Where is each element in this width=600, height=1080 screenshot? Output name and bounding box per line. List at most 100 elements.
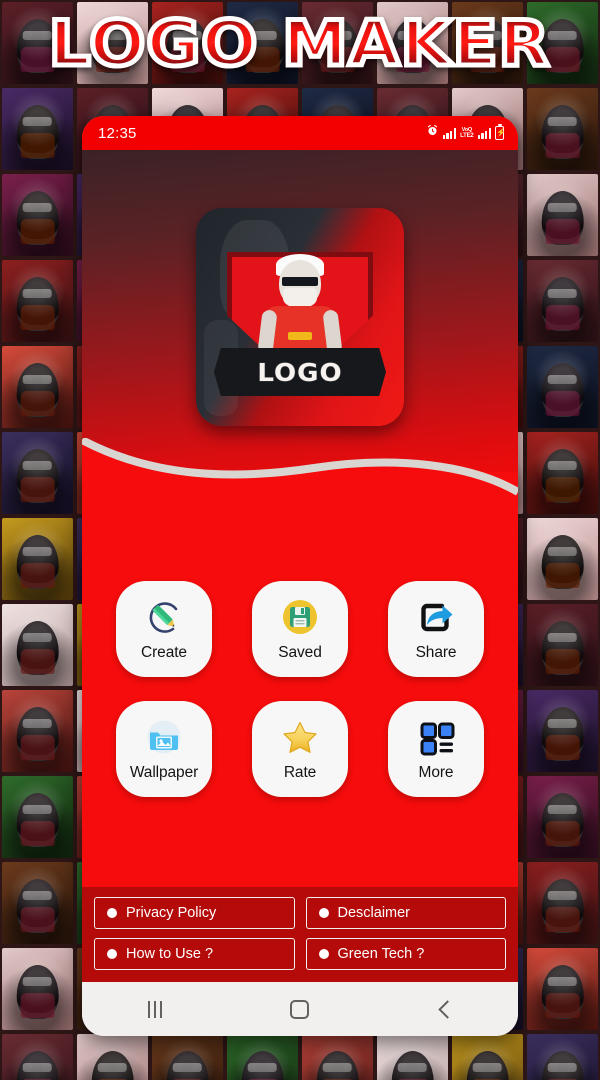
background-avatar-tile: [527, 690, 598, 772]
home-button[interactable]: [265, 989, 335, 1029]
share-arrow-icon: [414, 595, 458, 639]
rate-button[interactable]: Rate: [252, 700, 348, 797]
recents-icon: [147, 1000, 162, 1018]
wallpaper-button-label: Wallpaper: [129, 764, 199, 781]
bullet-icon: [318, 949, 329, 959]
status-bar: 12:35 VoQ LTE2: [82, 116, 518, 150]
footer-links-row-1: Privacy Policy Desclaimer: [94, 897, 506, 929]
background-avatar-tile: [77, 1034, 148, 1080]
bullet-icon: [107, 949, 117, 959]
avatar-figure: [16, 191, 59, 246]
background-avatar-tile: [527, 776, 598, 858]
action-grid-row-1: Create Saved Share: [116, 580, 484, 677]
avatar-figure: [316, 19, 359, 74]
background-avatar-tile: [527, 2, 598, 84]
share-button-label: Share: [415, 644, 457, 661]
avatar-figure: [241, 1051, 284, 1080]
avatar-figure: [16, 1051, 59, 1080]
battery-charging-icon: [495, 124, 504, 140]
background-avatar-tile: [2, 948, 73, 1030]
saved-button-label: Saved: [278, 644, 322, 661]
avatar-figure: [466, 1051, 509, 1080]
background-avatar-tile: [77, 2, 148, 84]
background-avatar-tile: [527, 518, 598, 600]
background-avatar-tile: [2, 604, 73, 686]
background-avatar-tile: [527, 1034, 598, 1080]
saved-button[interactable]: Saved: [252, 580, 348, 677]
create-button[interactable]: Create: [116, 580, 212, 677]
background-avatar-tile: [2, 2, 73, 84]
floppy-disk-icon: [278, 595, 322, 639]
background-avatar-tile: [152, 1034, 223, 1080]
avatar-figure: [541, 363, 584, 418]
disclaimer-link[interactable]: Desclaimer: [305, 897, 506, 929]
more-button[interactable]: More: [388, 700, 484, 797]
background-avatar-tile: [527, 174, 598, 256]
avatar-figure: [541, 621, 584, 676]
avatar-figure: [16, 621, 59, 676]
background-avatar-tile: [2, 174, 73, 256]
background-avatar-tile: [377, 2, 448, 84]
network-type-label: VoQ LTE2: [460, 127, 474, 139]
avatar-figure: [241, 19, 284, 74]
recents-button[interactable]: [120, 989, 190, 1029]
home-icon: [290, 999, 310, 1019]
background-avatar-tile: [527, 88, 598, 170]
avatar-figure: [541, 1051, 584, 1080]
disclaimer-label: Desclaimer: [337, 905, 411, 921]
avatar-figure: [166, 19, 209, 74]
action-grid: Create Saved Share Wallpaper Rate More: [82, 498, 518, 887]
preview-hero: LOGO: [82, 150, 518, 472]
background-avatar-tile: [2, 346, 73, 428]
privacy-policy-link[interactable]: Privacy Policy: [94, 897, 295, 929]
logo-card-label: LOGO: [257, 357, 343, 387]
avatar-figure: [16, 363, 59, 418]
signal-bars-secondary-icon: [477, 127, 491, 139]
background-avatar-tile: [2, 776, 73, 858]
mascot-jersey-badge: [288, 332, 312, 340]
avatar-figure: [16, 19, 59, 74]
phone-mockup: 12:35 VoQ LTE2 ⚡ LOGO Create Saved Share…: [82, 116, 518, 1036]
avatar-figure: [16, 277, 59, 332]
avatar-figure: [541, 793, 584, 848]
avatar-figure: [16, 793, 59, 848]
green-tech-link[interactable]: Green Tech ?: [305, 938, 506, 970]
background-avatar-tile: [527, 260, 598, 342]
avatar-figure: [541, 965, 584, 1020]
more-button-label: More: [418, 764, 454, 781]
background-avatar-tile: [452, 1034, 523, 1080]
background-avatar-tile: [152, 2, 223, 84]
status-icons: VoQ LTE2: [426, 124, 504, 142]
back-icon: [438, 999, 458, 1019]
avatar-figure: [91, 19, 134, 74]
how-to-use-link[interactable]: How to Use ?: [94, 938, 295, 970]
background-avatar-tile: [2, 1034, 73, 1080]
wave-divider-shape: [82, 438, 518, 500]
back-button[interactable]: [410, 989, 480, 1029]
action-grid-row-2: Wallpaper Rate More: [116, 700, 484, 797]
green-tech-label: Green Tech ?: [337, 946, 425, 962]
avatar-figure: [541, 277, 584, 332]
logo-preview-card[interactable]: LOGO: [196, 208, 404, 426]
pencil-circle-icon: [142, 595, 186, 639]
wallpaper-button[interactable]: Wallpaper: [116, 700, 212, 797]
lte-label: LTE2: [460, 133, 474, 139]
how-to-use-label: How to Use ?: [126, 946, 214, 962]
privacy-policy-label: Privacy Policy: [126, 905, 217, 921]
background-avatar-tile: [2, 862, 73, 944]
background-avatar-tile: [302, 2, 373, 84]
avatar-figure: [391, 19, 434, 74]
create-button-label: Create: [141, 644, 187, 661]
background-avatar-tile: [527, 432, 598, 514]
share-button[interactable]: Share: [388, 580, 484, 677]
avatar-figure: [166, 1051, 209, 1080]
signal-bars-icon: [442, 127, 457, 139]
footer-links-row-2: How to Use ? Green Tech ?: [94, 938, 506, 970]
avatar-figure: [541, 19, 584, 74]
background-avatar-tile: [2, 518, 73, 600]
logo-text-banner: LOGO: [214, 348, 386, 396]
background-avatar-tile: [527, 346, 598, 428]
background-avatar-tile: [2, 88, 73, 170]
avatar-figure: [541, 707, 584, 762]
background-avatar-tile: [2, 432, 73, 514]
